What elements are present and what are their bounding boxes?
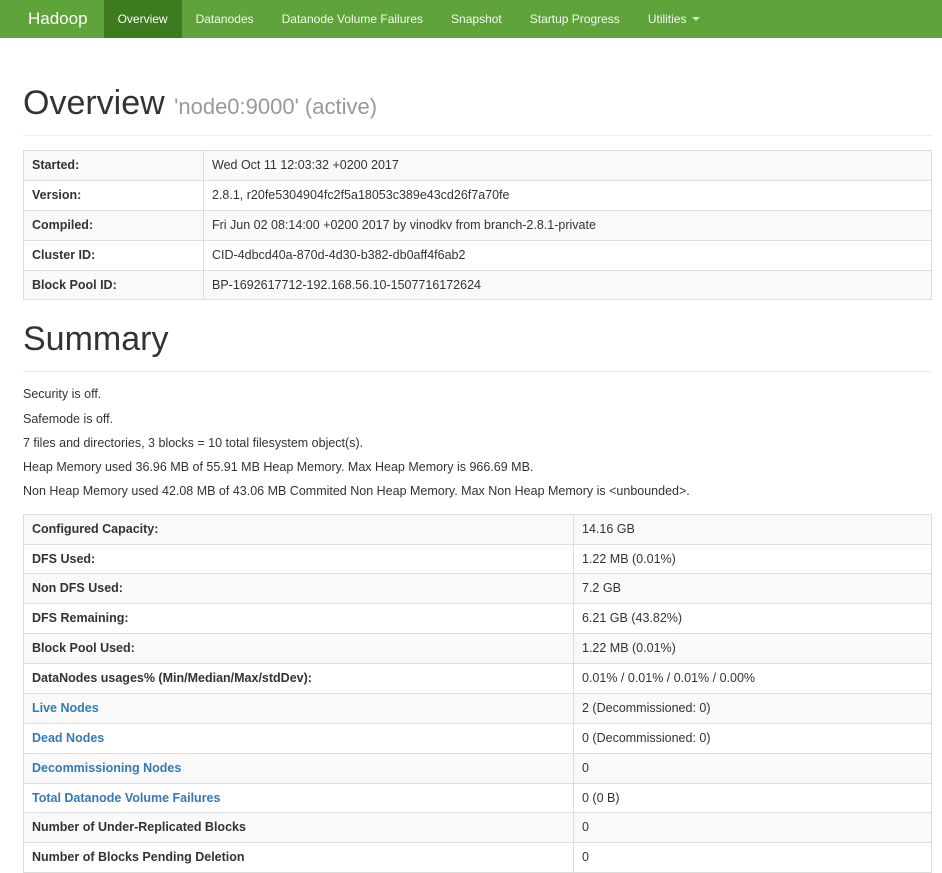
navbar: Hadoop Overview Datanodes Datanode Volum… bbox=[0, 0, 942, 38]
row-label: Configured Capacity: bbox=[23, 513, 574, 545]
dead-nodes-link[interactable]: Dead Nodes bbox=[32, 731, 104, 745]
table-row-decommissioning-nodes: Decommissioning Nodes 0 bbox=[23, 752, 932, 784]
safemode-status-text: Safemode is off. bbox=[23, 411, 114, 426]
non-heap-memory-text: Non Heap Memory used 42.08 MB of 43.06 M… bbox=[23, 484, 690, 499]
row-value: 2 (Decommissioned: 0) bbox=[573, 692, 932, 724]
row-label: Dead Nodes bbox=[23, 722, 574, 754]
row-label: Live Nodes bbox=[23, 692, 574, 724]
divider bbox=[23, 371, 932, 373]
nav-item-label: Datanodes bbox=[195, 12, 254, 26]
table-row-configured-capacity: Configured Capacity: 14.16 GB bbox=[23, 513, 932, 545]
security-status-text: Security is off. bbox=[23, 387, 102, 402]
page-title: Overview 'node0:9000' (active) bbox=[23, 84, 932, 123]
nav-item-startup-progress[interactable]: Startup Progress bbox=[516, 0, 634, 38]
decommissioning-nodes-link[interactable]: Decommissioning Nodes bbox=[32, 761, 181, 775]
row-value: BP-1692617712-192.168.56.10-150771617262… bbox=[203, 269, 932, 301]
main-content: Overview 'node0:9000' (active) Started: … bbox=[0, 84, 942, 873]
row-value: 0 (Decommissioned: 0) bbox=[573, 722, 932, 754]
table-row-block-pool-used: Block Pool Used: 1.22 MB (0.01%) bbox=[23, 633, 932, 664]
row-label: Started: bbox=[23, 150, 204, 181]
nav-item-datanodes[interactable]: Datanodes bbox=[182, 0, 268, 38]
table-row-cluster-id: Cluster ID: CID-4dbcd40a-870d-4d30-b382-… bbox=[23, 239, 932, 271]
row-label: Block Pool Used: bbox=[23, 633, 574, 664]
live-nodes-link[interactable]: Live Nodes bbox=[32, 701, 99, 715]
nav-item-overview[interactable]: Overview bbox=[103, 0, 182, 38]
table-row-blocks-pending-deletion: Number of Blocks Pending Deletion 0 bbox=[23, 842, 932, 873]
total-datanode-volume-failures-link[interactable]: Total Datanode Volume Failures bbox=[32, 791, 220, 805]
row-label: Version: bbox=[23, 179, 204, 211]
overview-info-table: Started: Wed Oct 11 12:03:32 +0200 2017 … bbox=[23, 150, 932, 301]
row-value: 7.2 GB bbox=[573, 573, 932, 605]
row-label: Compiled: bbox=[23, 209, 204, 241]
table-row-version: Version: 2.8.1, r20fe5304904fc2f5a18053c… bbox=[23, 179, 932, 211]
row-value: Fri Jun 02 08:14:00 +0200 2017 by vinodk… bbox=[203, 209, 932, 241]
row-value: 1.22 MB (0.01%) bbox=[573, 633, 932, 664]
table-row-started: Started: Wed Oct 11 12:03:32 +0200 2017 bbox=[23, 150, 932, 181]
brand-hadoop[interactable]: Hadoop bbox=[12, 0, 104, 38]
nav-item-datanode-volume-failures[interactable]: Datanode Volume Failures bbox=[268, 0, 437, 38]
row-value: 0 (0 B) bbox=[573, 782, 932, 814]
row-label: Block Pool ID: bbox=[23, 269, 204, 301]
nav-item-label: Startup Progress bbox=[529, 12, 620, 26]
row-label: DFS Used: bbox=[23, 543, 574, 575]
divider bbox=[23, 135, 932, 136]
row-value: CID-4dbcd40a-870d-4d30-b382-db0aff4f6ab2 bbox=[203, 239, 932, 271]
table-row-datanodes-usages: DataNodes usages% (Min/Median/Max/stdDev… bbox=[23, 663, 932, 694]
table-row-total-datanode-volume-failures: Total Datanode Volume Failures 0 (0 B) bbox=[23, 782, 932, 814]
table-row-live-nodes: Live Nodes 2 (Decommissioned: 0) bbox=[23, 692, 932, 724]
table-row-under-replicated-blocks: Number of Under-Replicated Blocks 0 bbox=[23, 812, 932, 844]
table-row-compiled: Compiled: Fri Jun 02 08:14:00 +0200 2017… bbox=[23, 209, 932, 241]
row-value: 0 bbox=[573, 812, 932, 844]
row-label: DataNodes usages% (Min/Median/Max/stdDev… bbox=[23, 663, 574, 694]
row-value: 0 bbox=[573, 842, 932, 873]
table-row-block-pool-id: Block Pool ID: BP-1692617712-192.168.56.… bbox=[23, 269, 932, 301]
row-label: Number of Blocks Pending Deletion bbox=[23, 842, 574, 873]
table-row-non-dfs-used: Non DFS Used: 7.2 GB bbox=[23, 573, 932, 605]
nav-item-label: Snapshot bbox=[451, 12, 502, 26]
row-value: 6.21 GB (43.82%) bbox=[573, 603, 932, 635]
row-label: Cluster ID: bbox=[23, 239, 204, 271]
row-value: 14.16 GB bbox=[573, 513, 932, 545]
table-row-dead-nodes: Dead Nodes 0 (Decommissioned: 0) bbox=[23, 722, 932, 754]
row-label: Number of Under-Replicated Blocks bbox=[23, 812, 574, 844]
filesystem-objects-text: 7 files and directories, 3 blocks = 10 t… bbox=[23, 435, 364, 450]
row-value: 0 bbox=[573, 752, 932, 784]
table-row-dfs-remaining: DFS Remaining: 6.21 GB (43.82%) bbox=[23, 603, 932, 635]
row-label: Decommissioning Nodes bbox=[23, 752, 574, 784]
row-label: Total Datanode Volume Failures bbox=[23, 782, 574, 814]
row-label: DFS Remaining: bbox=[23, 603, 574, 635]
summary-heading: Summary bbox=[23, 320, 169, 359]
page-subtitle: 'node0:9000' (active) bbox=[174, 94, 378, 119]
summary-paragraphs: Security is off. Safemode is off. 7 file… bbox=[23, 386, 932, 499]
summary-table: Configured Capacity: 14.16 GB DFS Used: … bbox=[23, 513, 932, 873]
row-value: 0.01% / 0.01% / 0.01% / 0.00% bbox=[573, 663, 932, 694]
table-row-dfs-used: DFS Used: 1.22 MB (0.01%) bbox=[23, 543, 932, 575]
row-value: 1.22 MB (0.01%) bbox=[573, 543, 932, 575]
row-value: Wed Oct 11 12:03:32 +0200 2017 bbox=[203, 150, 932, 181]
heap-memory-text: Heap Memory used 36.96 MB of 55.91 MB He… bbox=[23, 460, 534, 475]
nav-item-snapshot[interactable]: Snapshot bbox=[437, 0, 516, 38]
nav-item-label: Overview bbox=[117, 12, 168, 26]
page-title-text: Overview bbox=[23, 84, 165, 122]
row-label: Non DFS Used: bbox=[23, 573, 574, 605]
nav-item-label: Utilities bbox=[647, 12, 687, 26]
row-value: 2.8.1, r20fe5304904fc2f5a18053c389e43cd2… bbox=[203, 179, 932, 211]
nav-menu: Overview Datanodes Datanode Volume Failu… bbox=[103, 0, 715, 38]
chevron-down-icon bbox=[692, 17, 701, 21]
nav-item-utilities[interactable]: Utilities bbox=[634, 0, 715, 38]
nav-item-label: Datanode Volume Failures bbox=[281, 12, 424, 26]
